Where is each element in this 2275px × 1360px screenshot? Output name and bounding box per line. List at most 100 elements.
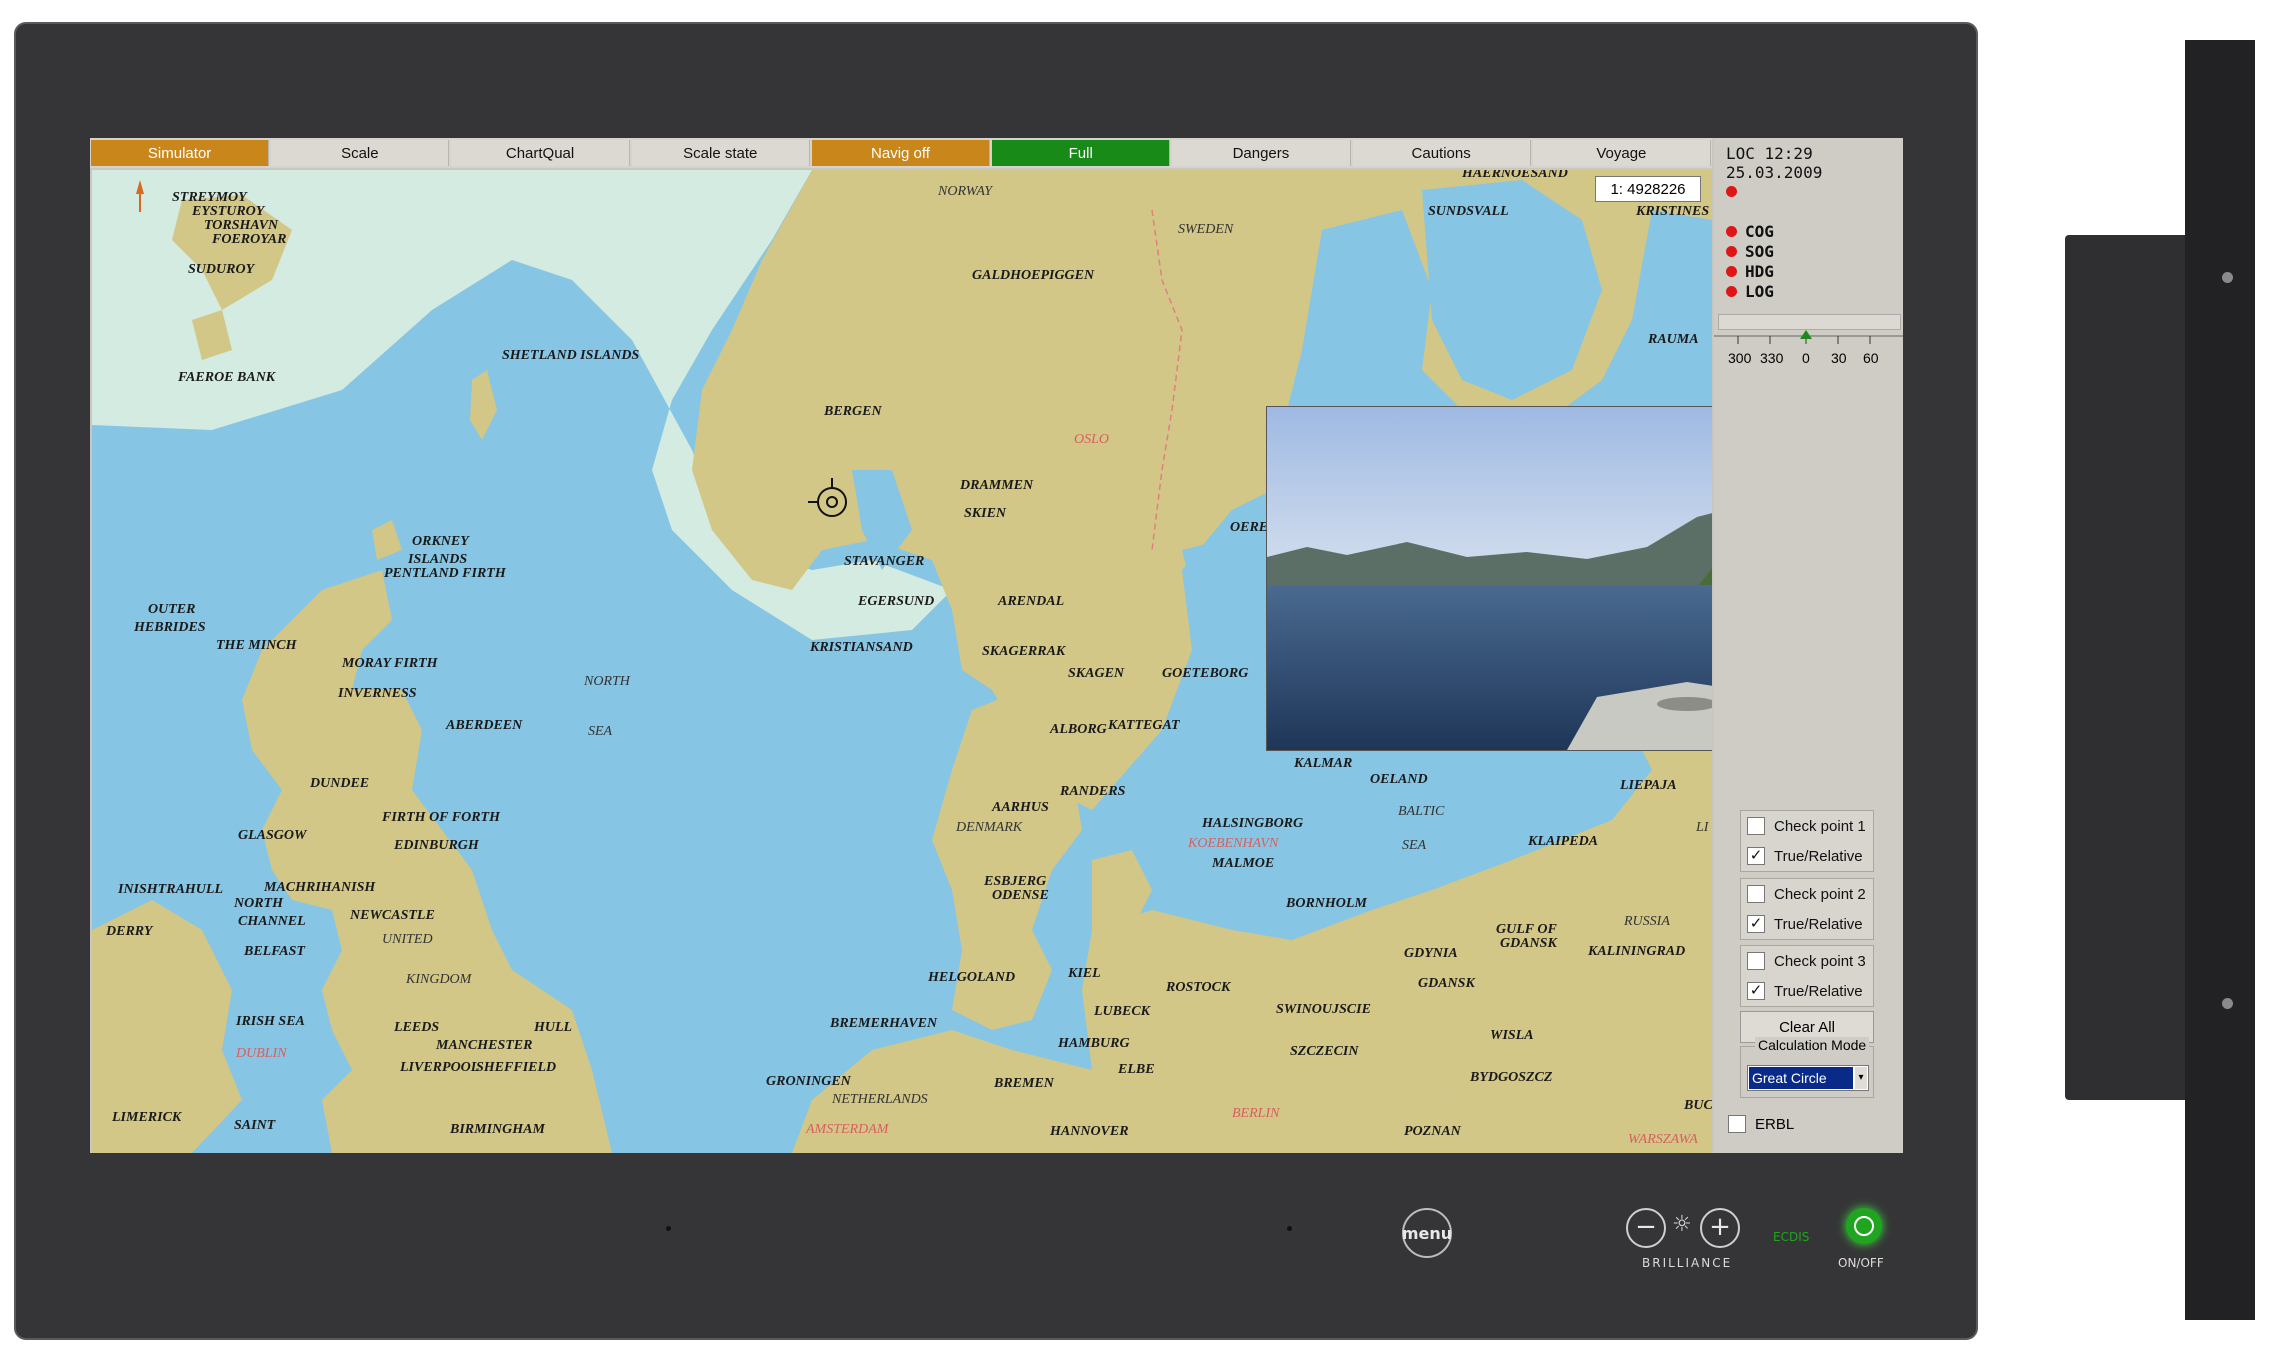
place-label: ORKNEY — [412, 534, 469, 549]
fjord-photo — [1267, 407, 1712, 750]
place-label: KIEL — [1068, 966, 1101, 981]
place-label: BUC — [1684, 1098, 1712, 1113]
place-label: ODENSE — [992, 888, 1049, 903]
place-label: PENTLAND FIRTH — [384, 566, 506, 581]
place-label: GDANSK — [1418, 976, 1475, 991]
power-icon — [1854, 1216, 1874, 1236]
place-label: SHEFFIELD — [476, 1060, 557, 1075]
true-relative-1-checkbox[interactable]: ✓ — [1747, 847, 1765, 865]
place-label: RUSSIA — [1624, 914, 1670, 929]
place-label: KRISTIANSAND — [810, 640, 913, 655]
place-label: HANNOVER — [1050, 1124, 1129, 1139]
erbl-row[interactable]: ERBL — [1728, 1115, 1794, 1133]
scale-button[interactable]: Scale — [271, 140, 450, 166]
place-label: BREMERHAVEN — [830, 1016, 938, 1031]
true-relative-3-row[interactable]: ✓ True/Relative — [1741, 976, 1873, 1006]
full-button[interactable]: Full — [992, 140, 1171, 166]
navig-off-button[interactable]: Navig off — [811, 140, 991, 166]
brilliance-plus-button[interactable]: + — [1700, 1208, 1740, 1248]
monitor-side-frame — [2185, 40, 2255, 1320]
monitor-side-profile — [2065, 235, 2185, 1100]
place-label: ARENDAL — [998, 594, 1065, 609]
power-button[interactable] — [1846, 1208, 1882, 1244]
true-relative-3-checkbox[interactable]: ✓ — [1747, 982, 1765, 1000]
top-toolbar: Simulator Scale ChartQual Scale state Na… — [90, 138, 1712, 168]
sensor-dot-right — [1287, 1226, 1292, 1231]
true-relative-1-row[interactable]: ✓ True/Relative — [1741, 841, 1873, 871]
brilliance-minus-button[interactable]: − — [1626, 1208, 1666, 1248]
chevron-down-icon[interactable]: ▾ — [1855, 1067, 1867, 1089]
true-relative-3-label: True/Relative — [1774, 982, 1863, 1000]
scale-state-button[interactable]: Scale state — [631, 140, 810, 166]
place-label: SHETLAND ISLANDS — [502, 348, 640, 363]
compass-tick-label: 30 — [1831, 350, 1847, 366]
place-label: GDANSK — [1500, 936, 1557, 951]
place-label: SUNDSVALL — [1428, 204, 1509, 219]
chartqual-button[interactable]: ChartQual — [451, 140, 630, 166]
led-icon — [1726, 286, 1737, 297]
checkpoint-3-row[interactable]: Check point 3 — [1741, 946, 1873, 976]
checkpoint-1-row[interactable]: Check point 1 — [1741, 811, 1873, 841]
place-label: SKAGERRAK — [982, 644, 1066, 659]
checkpoint-1-group: Check point 1 ✓ True/Relative — [1740, 810, 1874, 872]
place-label: KLAIPEDA — [1528, 834, 1599, 849]
place-label: THE MINCH — [216, 638, 297, 653]
place-label: GRONINGEN — [766, 1074, 851, 1089]
checkpoint-2-row[interactable]: Check point 2 — [1741, 879, 1873, 909]
cautions-button[interactable]: Cautions — [1352, 140, 1531, 166]
place-label: BREMEN — [994, 1076, 1054, 1091]
menu-button[interactable]: menu — [1402, 1208, 1452, 1258]
voyage-button[interactable]: Voyage — [1532, 140, 1711, 166]
place-label: MACHRIHANISH — [264, 880, 376, 895]
menu-label: menu — [1401, 1223, 1453, 1243]
compass-separator — [1718, 314, 1901, 330]
checkpoint-3-checkbox[interactable] — [1747, 952, 1765, 970]
place-label: WARSZAWA — [1628, 1132, 1698, 1147]
checkpoint-1-checkbox[interactable] — [1747, 817, 1765, 835]
alarm-led-icon — [1726, 186, 1737, 197]
compass-tick-label: 60 — [1863, 350, 1879, 366]
place-label: OUTER — [148, 602, 196, 617]
true-relative-1-label: True/Relative — [1774, 847, 1863, 865]
place-label: RANDERS — [1060, 784, 1126, 799]
place-label: BYDGOSZCZ — [1470, 1070, 1553, 1085]
led-icon — [1726, 266, 1737, 277]
place-label: SKIEN — [964, 506, 1007, 521]
place-label: DUNDEE — [310, 776, 370, 791]
sog-label: SOG — [1745, 242, 1774, 261]
place-label: DRAMMEN — [960, 478, 1034, 493]
place-label: ROSTOCK — [1166, 980, 1231, 995]
ecdis-indicator: ECDIS — [1773, 1230, 1810, 1244]
place-label: GDYNIA — [1404, 946, 1458, 961]
nautical-chart[interactable]: 1: 4928226 STREYMOY EYSTUROY TORSHAVN FO… — [92, 170, 1712, 1153]
place-label: NORTH — [234, 896, 283, 911]
led-icon — [1726, 246, 1737, 257]
erbl-checkbox[interactable] — [1728, 1115, 1746, 1133]
compass-tick-label: 330 — [1760, 350, 1784, 366]
camera-video-overlay[interactable] — [1266, 406, 1712, 751]
brilliance-label: BRILLIANCE — [1642, 1256, 1733, 1270]
place-label: LIVERPOOL — [400, 1060, 480, 1075]
place-label: HEBRIDES — [134, 620, 206, 635]
place-label: FOEROYAR — [212, 232, 287, 247]
place-label: MORAY FIRTH — [342, 656, 438, 671]
place-label: ELBE — [1118, 1062, 1155, 1077]
true-relative-2-checkbox[interactable]: ✓ — [1747, 915, 1765, 933]
dangers-button[interactable]: Dangers — [1172, 140, 1351, 166]
place-label: NEWCASTLE — [350, 908, 435, 923]
heading-compass-strip: 300 330 0 30 60 — [1714, 330, 1903, 374]
place-label: LUBECK — [1094, 1004, 1151, 1019]
place-label: OELAND — [1370, 772, 1428, 787]
place-label: FIRTH OF FORTH — [382, 810, 500, 825]
simulator-button[interactable]: Simulator — [91, 140, 270, 166]
true-relative-2-row[interactable]: ✓ True/Relative — [1741, 909, 1873, 939]
checkpoint-2-group: Check point 2 ✓ True/Relative — [1740, 878, 1874, 940]
checkpoint-2-checkbox[interactable] — [1747, 885, 1765, 903]
place-label: SAINT — [234, 1118, 276, 1133]
place-label: HULL — [534, 1020, 573, 1035]
loc-time-readout: LOC 12:29 25.03.2009 — [1726, 144, 1823, 182]
place-label: OSLO — [1074, 432, 1110, 447]
brilliance-sun-icon: ☼ — [1672, 1212, 1692, 1237]
place-label: EGERSUND — [858, 594, 935, 609]
calculation-mode-select[interactable]: Great Circle ▾ — [1747, 1065, 1869, 1091]
